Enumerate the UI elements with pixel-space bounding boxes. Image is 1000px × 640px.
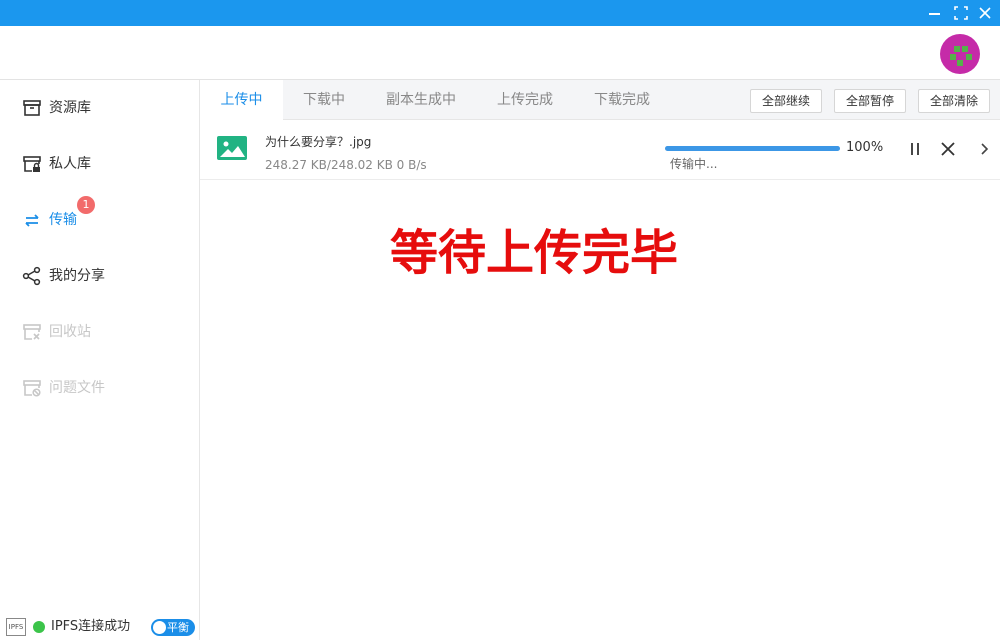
close-icon	[979, 7, 991, 19]
sidebar-item-label: 回收站	[49, 324, 91, 340]
transfer-tab-bar: 上传中 下载中 副本生成中 上传完成 下载完成 全部继续 全部暂停 全部清除	[200, 80, 1000, 121]
app-header	[0, 26, 1000, 80]
sidebar-item-label: 资源库	[49, 100, 91, 116]
upload-progress-bar	[665, 146, 840, 151]
tab-download-complete[interactable]: 下载完成	[594, 80, 650, 120]
image-file-icon	[217, 136, 247, 160]
pause-all-button[interactable]: 全部暂停	[834, 89, 906, 113]
connection-status-text: IPFS连接成功	[51, 619, 131, 634]
expand-task-button[interactable]	[974, 138, 996, 160]
problem-file-icon	[23, 380, 41, 397]
share-icon	[22, 266, 41, 286]
sidebar-item-label: 问题文件	[49, 380, 105, 396]
sidebar-item-label: 私人库	[49, 156, 91, 172]
connection-status-dot	[33, 621, 45, 633]
close-button[interactable]	[975, 3, 995, 23]
toggle-label: 平衡	[167, 621, 189, 634]
progress-percent: 100%	[846, 140, 884, 155]
locked-archive-icon	[23, 156, 41, 172]
file-size: 248.27 KB/248.02 KB 0 B/s	[265, 158, 427, 172]
progress-fill	[665, 146, 840, 151]
tab-uploading[interactable]: 上传中	[200, 80, 283, 121]
archive-box-icon	[23, 100, 41, 116]
sidebar-item-my-share[interactable]: 我的分享	[0, 256, 199, 296]
minimize-button[interactable]	[924, 3, 944, 23]
recycle-bin-icon	[23, 324, 41, 340]
tab-downloading[interactable]: 下载中	[303, 80, 345, 120]
mode-toggle[interactable]: 平衡	[151, 619, 195, 636]
sidebar: 资源库 私人库 传输 1 我的分享 回收站 问题文件 IPFS IPFS连接成功…	[0, 80, 200, 640]
file-name: 为什么要分享？.jpg	[265, 135, 372, 149]
connection-status-bar: IPFS IPFS连接成功 平衡	[0, 614, 199, 640]
sidebar-item-private[interactable]: 私人库	[0, 144, 199, 184]
notification-badge: 1	[77, 196, 95, 214]
transfer-task-row: 为什么要分享？.jpg 248.27 KB/248.02 KB 0 B/s 10…	[200, 120, 1000, 180]
tab-replica-generating[interactable]: 副本生成中	[386, 80, 456, 120]
chevron-right-icon	[981, 143, 989, 155]
annotation-text: 等待上传完毕	[390, 225, 679, 281]
sidebar-item-label: 我的分享	[49, 268, 105, 284]
avatar[interactable]	[940, 34, 980, 74]
sidebar-item-library[interactable]: 资源库	[0, 88, 199, 128]
ipfs-logo: IPFS	[6, 618, 26, 636]
tab-upload-complete[interactable]: 上传完成	[497, 80, 553, 120]
toggle-knob	[153, 621, 166, 634]
maximize-icon	[954, 6, 968, 20]
pause-button[interactable]	[904, 138, 926, 160]
title-bar	[0, 0, 1000, 26]
cancel-task-button[interactable]	[937, 138, 959, 160]
close-icon	[941, 142, 955, 156]
sidebar-item-label: 传输	[49, 212, 77, 228]
sidebar-item-recycle-bin[interactable]: 回收站	[0, 312, 199, 352]
sidebar-item-transfer[interactable]: 传输 1	[0, 196, 199, 240]
transfer-status: 传输中...	[670, 157, 718, 171]
clear-all-button[interactable]: 全部清除	[918, 89, 990, 113]
sidebar-item-problem-files[interactable]: 问题文件	[0, 368, 199, 408]
transfer-arrows-icon	[25, 214, 39, 227]
maximize-button[interactable]	[951, 3, 971, 23]
resume-all-button[interactable]: 全部继续	[750, 89, 822, 113]
pause-icon	[911, 143, 919, 155]
